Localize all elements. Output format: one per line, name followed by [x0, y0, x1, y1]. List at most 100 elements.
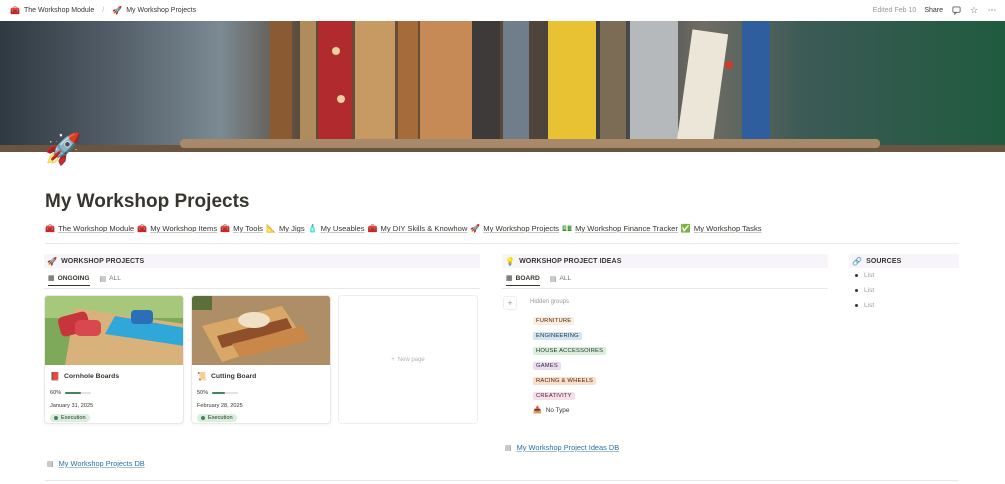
page-rocket-icon[interactable]: 🚀: [44, 135, 81, 165]
link-workshop-module[interactable]: The Workshop Module: [58, 224, 134, 233]
no-type-label: No Type: [545, 406, 570, 414]
database-icon: ▤: [47, 459, 54, 468]
page-title[interactable]: My Workshop Projects: [45, 191, 249, 213]
list-item-text: List: [864, 272, 875, 279]
lightbulb-icon: 💡: [505, 256, 516, 266]
project-card[interactable]: 📜 Cutting Board 50% February 28, 2025 Ex…: [191, 295, 331, 424]
group-tag-furniture[interactable]: FURNITURE: [533, 317, 575, 325]
link-finance-tracker[interactable]: My Workshop Finance Tracker: [575, 224, 678, 233]
toolbox-icon: 🧰: [220, 224, 231, 233]
group-tag-engineering[interactable]: ENGINEERING: [533, 332, 582, 340]
more-options-icon[interactable]: ⋯: [987, 6, 997, 16]
money-icon: 💵: [562, 224, 573, 233]
checkmark-icon: ✅: [680, 224, 691, 233]
card-title-text: Cornhole Boards: [63, 373, 120, 380]
toolbox-icon: 🧰: [137, 224, 148, 233]
section-title: SOURCES: [866, 257, 902, 265]
database-icon: ▤: [505, 443, 512, 452]
tabs-divider: [44, 288, 480, 289]
hidden-groups-label[interactable]: Hidden groups: [530, 299, 569, 305]
divider: [45, 243, 959, 244]
status-dot: [54, 416, 58, 420]
new-page-label: New page: [397, 356, 425, 363]
link-icon: 🔗: [852, 256, 863, 266]
breadcrumb: 🧰 The Workshop Module / 🚀 My Workshop Pr…: [0, 6, 196, 15]
bottom-divider: [45, 480, 959, 481]
link-workshop-items[interactable]: My Workshop Items: [150, 224, 217, 233]
card-title: 📜 Cutting Board: [197, 372, 325, 381]
link-workshop-projects[interactable]: My Workshop Projects: [483, 224, 559, 233]
project-ideas-header: 💡 WORKSHOP PROJECT IDEAS: [502, 254, 828, 268]
list-item-text: List: [864, 302, 875, 309]
ruler-icon: 📐: [265, 224, 276, 233]
bottle-icon: 🧴: [307, 224, 318, 233]
link-workshop-tasks[interactable]: My Workshop Tasks: [694, 224, 762, 233]
toolbox-icon: 🧰: [367, 224, 378, 233]
tab-label: ALL: [109, 275, 121, 282]
tab-ongoing[interactable]: ▦ ONGOING: [48, 274, 90, 286]
table-view-icon: ▤: [549, 274, 557, 283]
comments-icon[interactable]: [951, 6, 961, 16]
tab-all[interactable]: ▤ ALL: [550, 274, 571, 286]
edited-timestamp: Edited Feb 10: [872, 7, 917, 14]
breadcrumb-item-workshop-projects[interactable]: My Workshop Projects: [126, 7, 196, 14]
favorite-icon[interactable]: ☆: [969, 6, 979, 16]
status-badge: Execution: [50, 414, 90, 422]
db-link-text: My Workshop Projects DB: [58, 459, 145, 468]
link-tools[interactable]: My Tools: [233, 224, 263, 233]
board-view-icon: ▦: [506, 274, 513, 282]
status-text: Execution: [61, 415, 86, 421]
toolbox-icon: 🧰: [10, 6, 20, 15]
group-tag-racing-wheels[interactable]: RACING & WHEELS: [533, 377, 597, 385]
list-item[interactable]: List: [855, 272, 874, 279]
db-link-text: My Workshop Project Ideas DB: [516, 443, 620, 452]
section-title: WORKSHOP PROJECT IDEAS: [519, 257, 622, 265]
status-dot: [201, 416, 205, 420]
breadcrumb-item-workshop-module[interactable]: The Workshop Module: [24, 7, 94, 14]
projects-view-tabs: ▦ ONGOING ▤ ALL: [48, 274, 121, 286]
tab-label: ALL: [559, 275, 572, 282]
inbox-icon: 📥: [533, 406, 542, 414]
group-tag-games[interactable]: GAMES: [533, 362, 561, 370]
sources-header: 🔗 SOURCES: [849, 254, 959, 268]
sources-list: List List List: [855, 272, 874, 317]
progress-bar: [65, 392, 92, 394]
toolbox-icon: 🧰: [45, 224, 55, 233]
link-diy-skills[interactable]: My DIY Skills & Knowhow: [381, 224, 468, 233]
tab-label: ONGOING: [57, 274, 90, 282]
group-tag-house-accessoires[interactable]: HOUSE ACCESSOIRES: [533, 347, 607, 355]
due-date: February 28, 2025: [197, 403, 243, 409]
group-tag-creativity[interactable]: CREATIVITY: [533, 392, 575, 400]
add-group-button[interactable]: +: [503, 296, 517, 310]
page-links-row: 🧰 The Workshop Module 🧰 My Workshop Items …: [45, 224, 762, 233]
board-view-icon: ▦: [48, 274, 55, 282]
tab-label: BOARD: [515, 274, 540, 282]
share-button[interactable]: Share: [924, 7, 943, 14]
link-jigs[interactable]: My Jigs: [279, 224, 305, 233]
new-page-button[interactable]: + New page: [338, 295, 478, 424]
rocket-icon: 🚀: [470, 224, 481, 233]
link-useables[interactable]: My Useables: [321, 224, 365, 233]
group-no-type[interactable]: 📥 No Type: [533, 406, 569, 414]
ideas-view-tabs: ▦ BOARD ▤ ALL: [506, 274, 571, 286]
projects-db-link[interactable]: ▤ My Workshop Projects DB: [47, 459, 145, 468]
list-item[interactable]: List: [855, 287, 874, 294]
list-item[interactable]: List: [855, 302, 874, 309]
bullet: [855, 304, 858, 307]
tab-board[interactable]: ▦ BOARD: [506, 274, 540, 286]
cornhole-boards-image: [45, 296, 183, 365]
rocket-icon: 🚀: [112, 6, 123, 15]
progress-bar-fill: [65, 392, 81, 394]
progress-bar: [212, 392, 239, 394]
project-card[interactable]: 📕 Cornhole Boards 60% January 31, 2025 E…: [44, 295, 184, 424]
workshop-projects-header: 🚀 WORKSHOP PROJECTS: [44, 254, 480, 268]
ideas-db-link[interactable]: ▤ My Workshop Project Ideas DB: [505, 443, 619, 452]
status-text: Execution: [208, 415, 233, 421]
progress-bar-fill: [212, 392, 226, 394]
tab-all[interactable]: ▤ ALL: [100, 274, 121, 286]
rocket-icon: 🚀: [47, 256, 58, 266]
card-title-text: Cutting Board: [210, 373, 257, 380]
bullet: [855, 289, 858, 292]
progress-percent: 60%: [50, 390, 62, 396]
scroll-icon: 📜: [197, 372, 207, 381]
